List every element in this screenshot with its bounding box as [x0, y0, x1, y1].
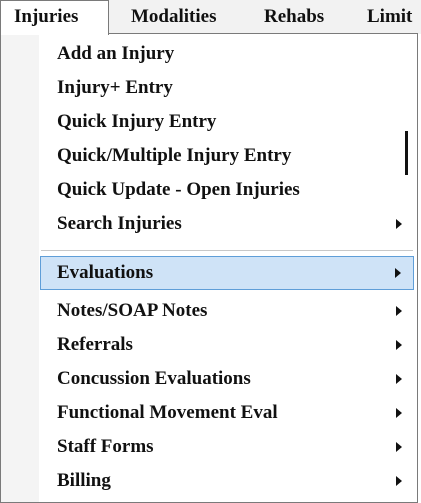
menu-item-evaluations[interactable]: Evaluations [40, 256, 414, 290]
menu-item-notes-soap-notes[interactable]: Notes/SOAP Notes [40, 294, 414, 328]
menu-item-label: Quick Injury Entry [57, 111, 217, 132]
menu-icon-gutter [1, 34, 39, 502]
menu-item-label: Staff Forms [57, 436, 154, 457]
menu-bar: Injuries Modalities Rehabs Limit [0, 0, 421, 35]
menu-item-injury-plus-entry[interactable]: Injury+ Entry [40, 71, 414, 105]
submenu-arrow-icon [396, 219, 402, 229]
menu-item-quick-injury-entry[interactable]: Quick Injury Entry [40, 105, 414, 139]
menu-item-billing[interactable]: Billing [40, 464, 414, 498]
submenu-arrow-icon [396, 476, 402, 486]
menu-item-label: Concussion Evaluations [57, 368, 251, 389]
menu-item-label: Billing [57, 470, 111, 491]
submenu-arrow-icon [396, 340, 402, 350]
menu-item-label: Quick/Multiple Injury Entry [57, 145, 292, 166]
menu-item-concussion-evaluations[interactable]: Concussion Evaluations [40, 362, 414, 396]
menu-limit[interactable]: Limit [367, 0, 412, 34]
menu-item-add-injury[interactable]: Add an Injury [40, 37, 414, 71]
submenu-arrow-icon [396, 306, 402, 316]
submenu-arrow-icon [396, 408, 402, 418]
menu-item-label: Quick Update - Open Injuries [57, 179, 300, 200]
menu-item-functional-movement-eval[interactable]: Functional Movement Eval [40, 396, 414, 430]
submenu-arrow-icon [395, 268, 401, 278]
menu-item-label: Search Injuries [57, 213, 182, 234]
menu-item-search-injuries[interactable]: Search Injuries [40, 207, 414, 241]
menu-modalities[interactable]: Modalities [131, 0, 217, 34]
menu-item-label: Add an Injury [57, 43, 175, 64]
menu-item-label: Notes/SOAP Notes [57, 300, 208, 321]
injuries-dropdown-menu: Add an Injury Injury+ Entry Quick Injury… [0, 33, 418, 503]
menu-item-referrals[interactable]: Referrals [40, 328, 414, 362]
menu-item-label: Evaluations [57, 262, 154, 283]
menu-separator [41, 250, 413, 251]
submenu-arrow-icon [396, 374, 402, 384]
submenu-arrow-icon [396, 442, 402, 452]
menu-rehabs[interactable]: Rehabs [264, 0, 324, 34]
menu-item-label: Functional Movement Eval [57, 402, 278, 423]
menu-injuries[interactable]: Injuries [0, 0, 109, 35]
text-cursor-icon [405, 131, 408, 175]
menu-item-quick-multiple-injury-entry[interactable]: Quick/Multiple Injury Entry [40, 139, 414, 173]
menu-item-label: Injury+ Entry [57, 77, 173, 98]
menu-item-label: Referrals [57, 334, 133, 355]
menu-item-staff-forms[interactable]: Staff Forms [40, 430, 414, 464]
menu-item-quick-update-open-injuries[interactable]: Quick Update - Open Injuries [40, 173, 414, 207]
